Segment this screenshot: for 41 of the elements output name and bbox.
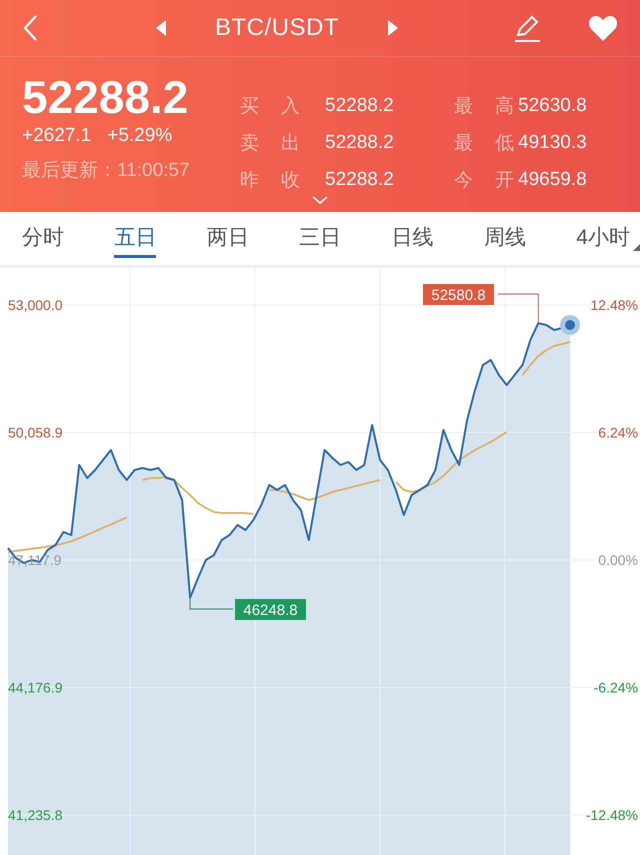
stat-label: 最高 [454,95,514,119]
period-tab[interactable]: 日线 [392,219,434,258]
high-value-label: 52580.8 [423,284,494,305]
stat-value: 52288.2 [325,132,395,154]
stat-label: 买入 [240,95,300,119]
period-tab[interactable]: 三日 [299,219,342,258]
percent-label: -12.48% [586,807,638,823]
stat-label: 今开 [454,169,514,193]
axis-label: 41,235.8 [8,807,62,823]
period-tab[interactable]: 4小时 [576,219,630,258]
percent-label: -6.24% [594,680,638,696]
leader-line [498,294,539,324]
axis-label: 53,000.0 [8,297,62,313]
stat-label: 最低 [454,132,514,156]
percent-label: 12.48% [590,297,638,313]
leader-line [190,597,234,610]
period-tab[interactable]: 分时 [22,219,64,258]
low-value-label: 46248.8 [235,599,306,620]
current-point [560,314,580,335]
last-price: 52288.2 [22,71,190,123]
percent-change: +5.29% [107,125,172,147]
period-tab[interactable]: 两日 [206,219,249,258]
stat-value: 49659.8 [518,169,587,191]
update-time: 最后更新：11:00:57 [22,159,191,183]
pair-title: BTC/USDT [215,14,339,42]
stat-value: 52288.2 [325,95,395,117]
dropdown-icon [632,244,640,251]
percent-label: 0.00% [598,552,638,568]
percent-label: 6.24% [598,424,638,440]
period-tab[interactable]: 五日 [114,219,156,258]
expand-icon[interactable] [311,195,329,205]
axis-label: 44,176.9 [8,680,62,696]
stat-value: 49130.3 [518,132,587,154]
stat-value: 52630.8 [518,95,587,117]
stat-label: 卖出 [240,132,300,156]
stat-label: 昨收 [240,169,300,193]
period-tab[interactable]: 周线 [484,219,526,258]
annotation: 46248.8 [243,602,298,619]
price-change: +2627.1 [22,125,92,147]
stat-value: 52288.2 [325,169,395,191]
axis-label: 50,058.9 [8,424,62,440]
